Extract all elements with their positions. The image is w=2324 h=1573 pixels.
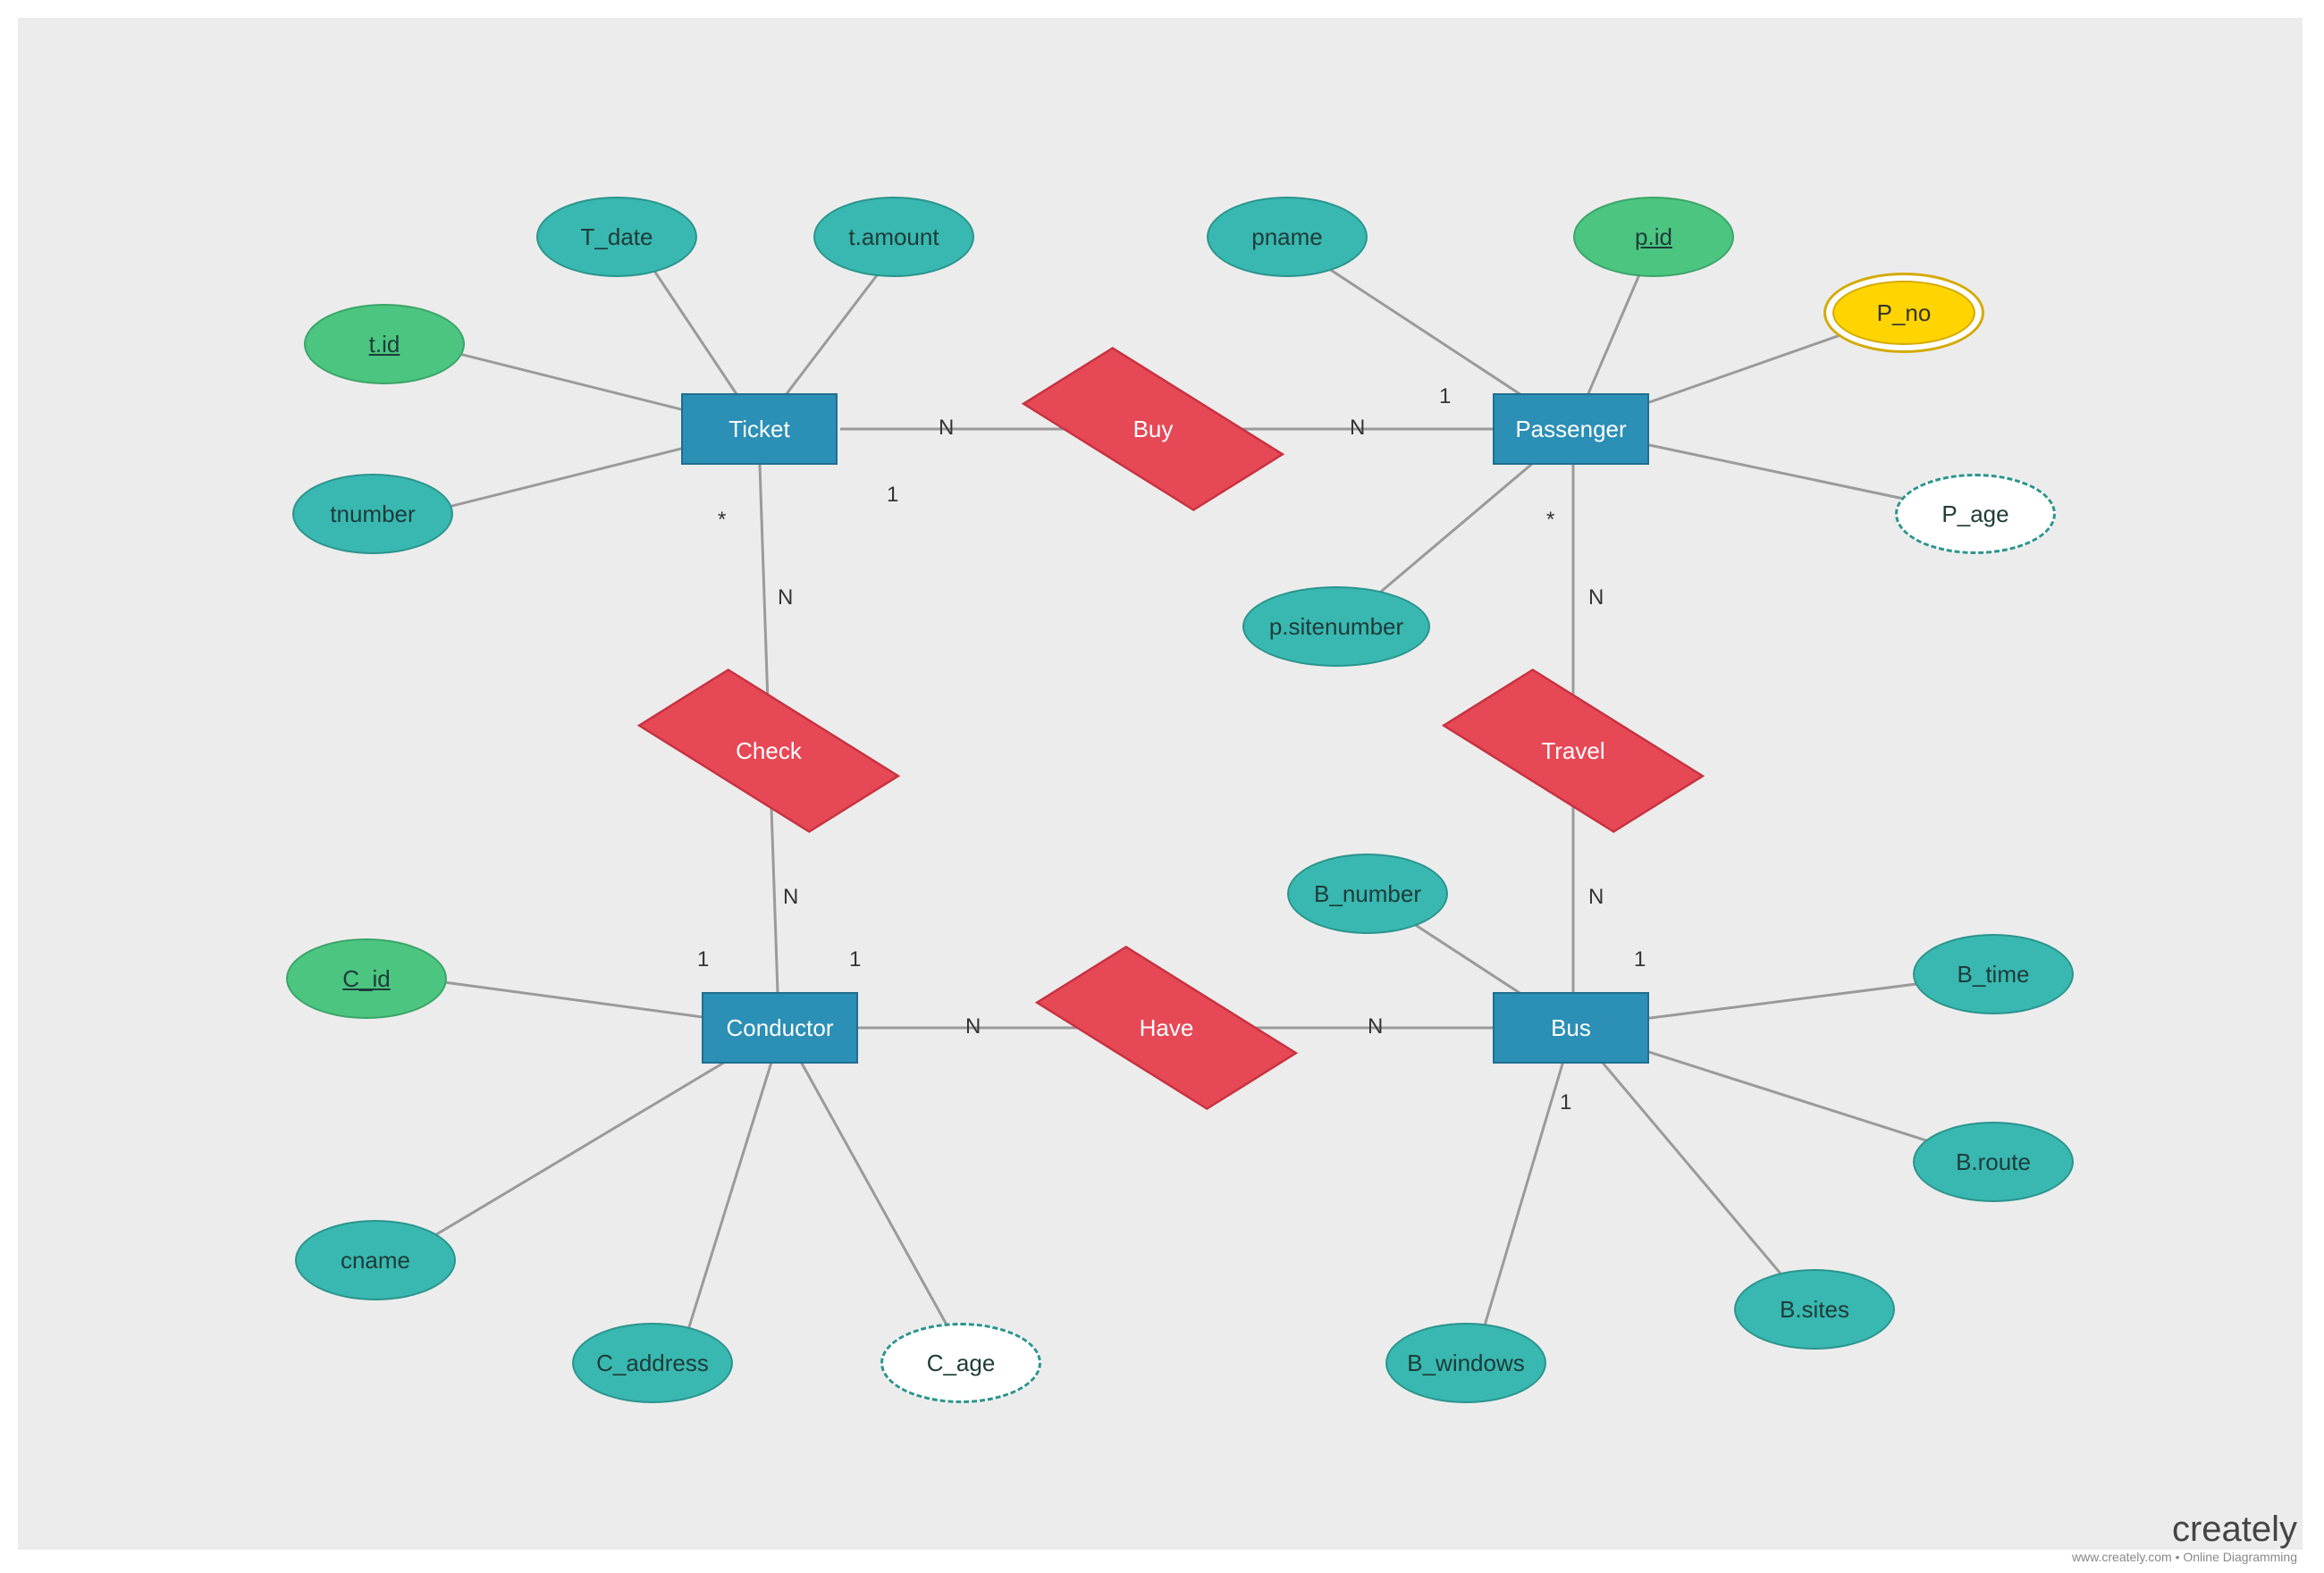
entity-conductor[interactable]: Conductor [702, 992, 858, 1064]
attribute-label: B.sites [1780, 1296, 1849, 1324]
brand-name: creately [2072, 1510, 2297, 1550]
entity-label: Passenger [1515, 416, 1626, 443]
cardinality-label: 1 [887, 483, 898, 508]
cardinality-label: N [1588, 585, 1604, 610]
attribute-label: B_number [1314, 880, 1421, 908]
attribute-t-amount[interactable]: t.amount [813, 197, 974, 277]
cardinality-label: N [939, 416, 954, 441]
relationship-label: Have [1140, 1014, 1194, 1042]
attribute-c-age[interactable]: C_age [880, 1323, 1041, 1403]
attribute-b-time[interactable]: B_time [1913, 934, 2074, 1014]
attribute-label: P_no [1877, 299, 1932, 327]
attribute-label: p.id [1635, 223, 1672, 251]
attribute-label: pname [1251, 223, 1323, 251]
relationship-have[interactable]: Have [1090, 988, 1242, 1068]
cardinality-label: 1 [1560, 1090, 1571, 1115]
attribute-tnumber[interactable]: tnumber [292, 474, 453, 554]
attribute-b-sites[interactable]: B.sites [1734, 1269, 1895, 1350]
attribute-b-windows[interactable]: B_windows [1385, 1323, 1546, 1403]
attribute-label: C_age [927, 1350, 996, 1377]
attribute-label: B_windows [1407, 1350, 1525, 1377]
entity-passenger[interactable]: Passenger [1493, 393, 1649, 465]
diagram-canvas[interactable]: Ticket Passenger Conductor Bus Buy Check… [18, 18, 2303, 1550]
cardinality-label: N [783, 885, 798, 910]
cardinality-label: N [1350, 416, 1365, 441]
attribute-p-sitenumber[interactable]: p.sitenumber [1242, 586, 1430, 667]
cardinality-label: 1 [697, 947, 709, 972]
attribute-c-address[interactable]: C_address [572, 1323, 733, 1403]
cardinality-label: N [1368, 1014, 1383, 1039]
attribute-b-route[interactable]: B.route [1913, 1122, 2074, 1202]
attribute-label: t.amount [848, 223, 939, 251]
cardinality-label: * [1546, 508, 1554, 533]
cardinality-label: N [778, 585, 793, 610]
cardinality-label: N [965, 1014, 981, 1039]
attribute-t-date[interactable]: T_date [536, 197, 697, 277]
branding: creately www.creately.com • Online Diagr… [2072, 1510, 2297, 1564]
attribute-p-age[interactable]: P_age [1895, 474, 2056, 554]
attribute-label: tnumber [330, 500, 415, 528]
relationship-label: Buy [1133, 416, 1174, 443]
attribute-label: B_time [1958, 961, 2030, 988]
attribute-b-number[interactable]: B_number [1287, 854, 1448, 934]
attribute-c-id[interactable]: C_id [286, 938, 447, 1019]
entity-bus[interactable]: Bus [1493, 992, 1649, 1064]
entity-ticket[interactable]: Ticket [681, 393, 838, 465]
cardinality-label: 1 [849, 947, 861, 972]
relationship-travel[interactable]: Travel [1497, 711, 1649, 791]
entity-label: Ticket [728, 416, 789, 443]
relationship-label: Check [736, 737, 802, 765]
cardinality-label: * [718, 508, 726, 533]
attribute-label: t.id [369, 331, 400, 358]
connectors [18, 18, 2303, 1550]
cardinality-label: N [1588, 885, 1604, 910]
attribute-label: C_address [596, 1350, 709, 1377]
attribute-cname[interactable]: cname [295, 1220, 456, 1300]
entity-label: Bus [1551, 1014, 1591, 1042]
attribute-label: T_date [581, 223, 653, 251]
brand-tagline: www.creately.com • Online Diagramming [2072, 1550, 2297, 1564]
attribute-p-id[interactable]: p.id [1573, 197, 1734, 277]
attribute-label: B.route [1956, 1148, 2031, 1176]
attribute-label: p.sitenumber [1269, 613, 1403, 641]
attribute-pname[interactable]: pname [1207, 197, 1368, 277]
attribute-t-id[interactable]: t.id [304, 304, 465, 384]
entity-label: Conductor [727, 1014, 834, 1042]
attribute-p-no[interactable]: P_no [1823, 273, 1984, 353]
cardinality-label: 1 [1634, 947, 1646, 972]
page: Ticket Passenger Conductor Bus Buy Check… [0, 0, 2324, 1573]
attribute-label: P_age [1941, 500, 2008, 528]
attribute-label: cname [341, 1247, 410, 1274]
cardinality-label: 1 [1439, 384, 1451, 409]
attribute-label: C_id [342, 965, 390, 993]
relationship-check[interactable]: Check [693, 711, 845, 791]
relationship-buy[interactable]: Buy [1077, 389, 1229, 469]
relationship-label: Travel [1541, 737, 1604, 765]
